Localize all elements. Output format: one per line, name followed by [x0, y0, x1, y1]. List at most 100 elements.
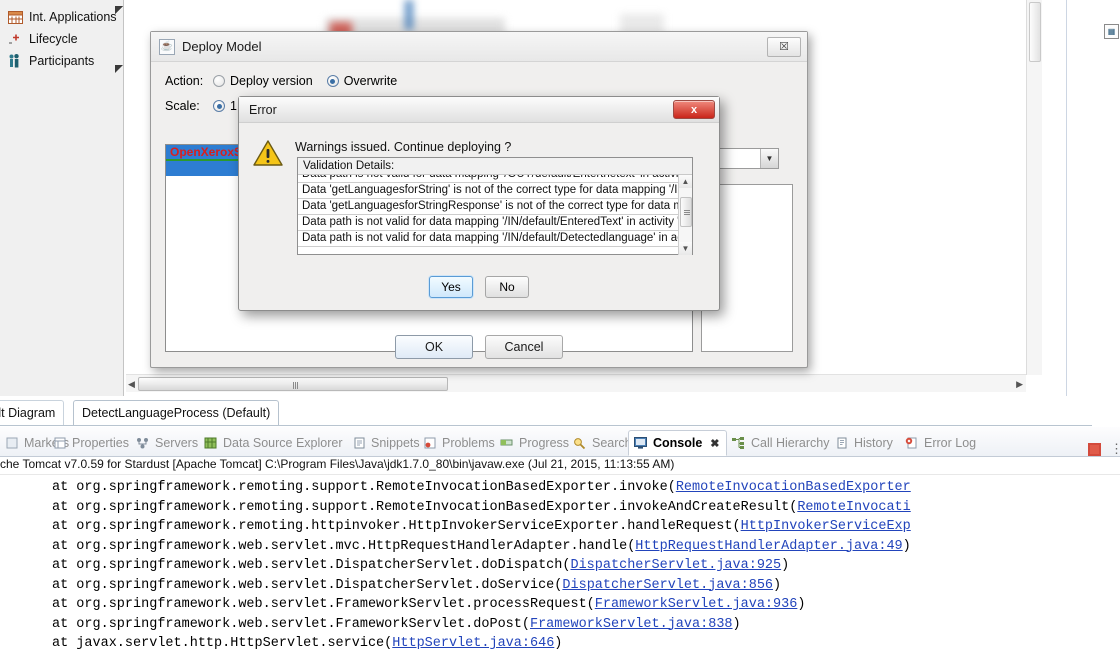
- view-tab-bar: Markers Properties Servers Data Source E…: [0, 427, 1120, 457]
- editor-tab-detect-language-process[interactable]: DetectLanguageProcess (Default): [73, 400, 280, 425]
- no-button[interactable]: No: [485, 276, 529, 298]
- scroll-down-arrow[interactable]: ▼: [679, 242, 692, 255]
- stack-frame-text: at org.springframework.remoting.httpinvo…: [52, 519, 741, 534]
- problems-icon: [422, 436, 437, 450]
- console-view[interactable]: che Tomcat v7.0.59 for Stardust [Apache …: [0, 457, 1120, 654]
- stop-terminate-icon[interactable]: [1088, 443, 1101, 456]
- tab-error-log[interactable]: Error Log: [900, 431, 980, 455]
- yes-button[interactable]: Yes: [429, 276, 473, 298]
- palette-expand-arrow[interactable]: [115, 6, 123, 14]
- close-icon[interactable]: ☒: [767, 36, 801, 57]
- tab-progress[interactable]: Progress: [495, 431, 573, 455]
- palette-item-label: Int. Applications: [29, 10, 117, 24]
- cancel-button[interactable]: Cancel: [485, 335, 563, 359]
- stack-frame-link[interactable]: DispatcherServlet.java:925: [570, 558, 781, 573]
- stack-frame-text: at org.springframework.web.servlet.Frame…: [52, 597, 595, 612]
- tab-label: Servers: [155, 436, 199, 450]
- deploy-dialog-titlebar[interactable]: ☕ Deploy Model ☒: [151, 32, 807, 62]
- scroll-right-arrow[interactable]: ▶: [1016, 379, 1023, 390]
- scrollbar-thumb[interactable]: [1029, 2, 1041, 62]
- call-hierarchy-icon: [731, 436, 746, 450]
- radio-deploy-version[interactable]: Deploy version: [213, 74, 313, 88]
- list-item[interactable]: Data 'getLanguagesforString' is not of t…: [298, 183, 692, 199]
- scroll-left-arrow[interactable]: ◀: [128, 379, 135, 390]
- tab-snippets[interactable]: Snippets: [347, 431, 424, 455]
- tab-servers[interactable]: Servers: [131, 431, 202, 455]
- console-output[interactable]: at org.springframework.remoting.support.…: [0, 475, 1120, 654]
- lifecycle-icon: [6, 31, 24, 47]
- stack-frame-link[interactable]: DispatcherServlet.java:856: [562, 578, 773, 593]
- list-item[interactable]: Data path is not valid for data mapping …: [298, 231, 692, 247]
- tab-call-hierarchy[interactable]: Call Hierarchy: [727, 431, 834, 455]
- stack-frame-link[interactable]: HttpInvokerServiceExp: [741, 519, 911, 534]
- list-item[interactable]: Data path is not valid for data mapping …: [298, 175, 692, 183]
- ok-button[interactable]: OK: [395, 335, 473, 359]
- editor-palette[interactable]: Int. Applications Lifecycle Participants: [0, 0, 124, 396]
- canvas-horizontal-scrollbar[interactable]: ◀ ▶: [126, 374, 1026, 392]
- error-dialog-title: Error: [249, 102, 277, 117]
- close-icon[interactable]: x: [673, 100, 715, 119]
- tab-problems[interactable]: Problems: [418, 431, 499, 455]
- palette-item-lifecycle[interactable]: Lifecycle: [0, 6, 123, 50]
- scrollbar-thumb[interactable]: [680, 197, 692, 227]
- stack-frame-link[interactable]: HttpRequestHandlerAdapter.java:49: [635, 539, 902, 554]
- servers-icon: [135, 436, 150, 450]
- tab-data-source-explorer[interactable]: Data Source Explorer: [199, 431, 347, 455]
- validation-details-list[interactable]: Data path is not valid for data mapping …: [298, 175, 692, 255]
- editor-tab-fault-diagram[interactable]: fault Diagram: [0, 400, 65, 425]
- deploy-dialog-footer: OK Cancel: [151, 335, 807, 359]
- scrollbar-thumb[interactable]: [138, 377, 448, 391]
- radio-button[interactable]: [213, 75, 225, 87]
- tab-history[interactable]: History: [830, 431, 897, 455]
- radio-button[interactable]: [213, 100, 225, 112]
- radio-overwrite[interactable]: Overwrite: [326, 74, 397, 88]
- tab-label: History: [854, 436, 893, 450]
- tab-console[interactable]: Console ✖: [628, 430, 728, 456]
- stack-frame-tail: ): [554, 636, 563, 651]
- stack-frame-text: at javax.servlet.http.HttpServlet.servic…: [52, 636, 393, 651]
- search-icon: [572, 436, 587, 450]
- tab-label: Properties: [72, 436, 129, 450]
- eclipse-workbench-window: ▦ Int. Applications Lifecycle Participan…: [0, 0, 1120, 654]
- applications-icon: [6, 9, 24, 25]
- scroll-up-arrow[interactable]: ▲: [679, 175, 692, 188]
- tab-label: Search: [592, 436, 632, 450]
- list-item[interactable]: Data 'getLanguagesforStringResponse' is …: [298, 199, 692, 215]
- palette-item-participants[interactable]: Participants: [0, 6, 123, 72]
- tab-label: Snippets: [371, 436, 420, 450]
- console-line: at org.springframework.remoting.support.…: [0, 498, 1120, 518]
- stack-frame-link[interactable]: HttpServlet.java:646: [392, 636, 554, 651]
- error-dialog-titlebar[interactable]: Error x: [239, 97, 719, 123]
- progress-icon: [499, 436, 514, 450]
- stack-frame-link[interactable]: RemoteInvocati: [797, 500, 910, 515]
- palette-item-applications[interactable]: Int. Applications: [0, 6, 123, 28]
- scale-label: Scale:: [165, 99, 200, 113]
- stack-frame-tail: ): [902, 538, 911, 554]
- outline-view-icon[interactable]: ▦: [1104, 24, 1119, 39]
- list-item[interactable]: Data path is not valid for data mapping …: [298, 215, 692, 231]
- scrollbar-grip: [684, 210, 690, 216]
- console-line: at javax.servlet.http.HttpServlet.servic…: [0, 634, 1120, 654]
- java-coffee-icon: ☕: [159, 38, 175, 55]
- canvas-vertical-scrollbar[interactable]: [1026, 0, 1042, 375]
- console-line: at org.springframework.web.servlet.Dispa…: [0, 576, 1120, 596]
- radio-label: Deploy version: [230, 74, 313, 88]
- details-vertical-scrollbar[interactable]: ▲ ▼: [678, 175, 692, 255]
- tab-properties[interactable]: Properties: [48, 431, 133, 455]
- radio-button[interactable]: [326, 75, 339, 87]
- close-icon[interactable]: ✖: [707, 436, 722, 450]
- tab-label: Call Hierarchy: [751, 436, 830, 450]
- stack-frame-text: at org.springframework.remoting.support.…: [52, 499, 798, 515]
- tab-label: Progress: [519, 436, 570, 450]
- palette-expand-arrow[interactable]: [115, 65, 123, 73]
- stack-frame-link[interactable]: RemoteInvocationBasedExporter: [676, 480, 911, 495]
- stack-frame-link[interactable]: FrameworkServlet.java:936: [595, 597, 798, 612]
- error-dialog-footer: Yes No: [239, 276, 719, 298]
- stack-frame-link[interactable]: FrameworkServlet.java:838: [530, 617, 733, 632]
- chevron-down-icon[interactable]: ▼: [760, 149, 778, 168]
- error-dialog-body: Warnings issued. Continue deploying ? Va…: [239, 123, 719, 255]
- action-row: Action: Deploy version Overwrite: [165, 74, 793, 88]
- view-menu-icon[interactable]: ⋮: [1110, 441, 1120, 457]
- warning-triangle-icon: [253, 139, 283, 167]
- tab-search[interactable]: Search: [568, 431, 636, 455]
